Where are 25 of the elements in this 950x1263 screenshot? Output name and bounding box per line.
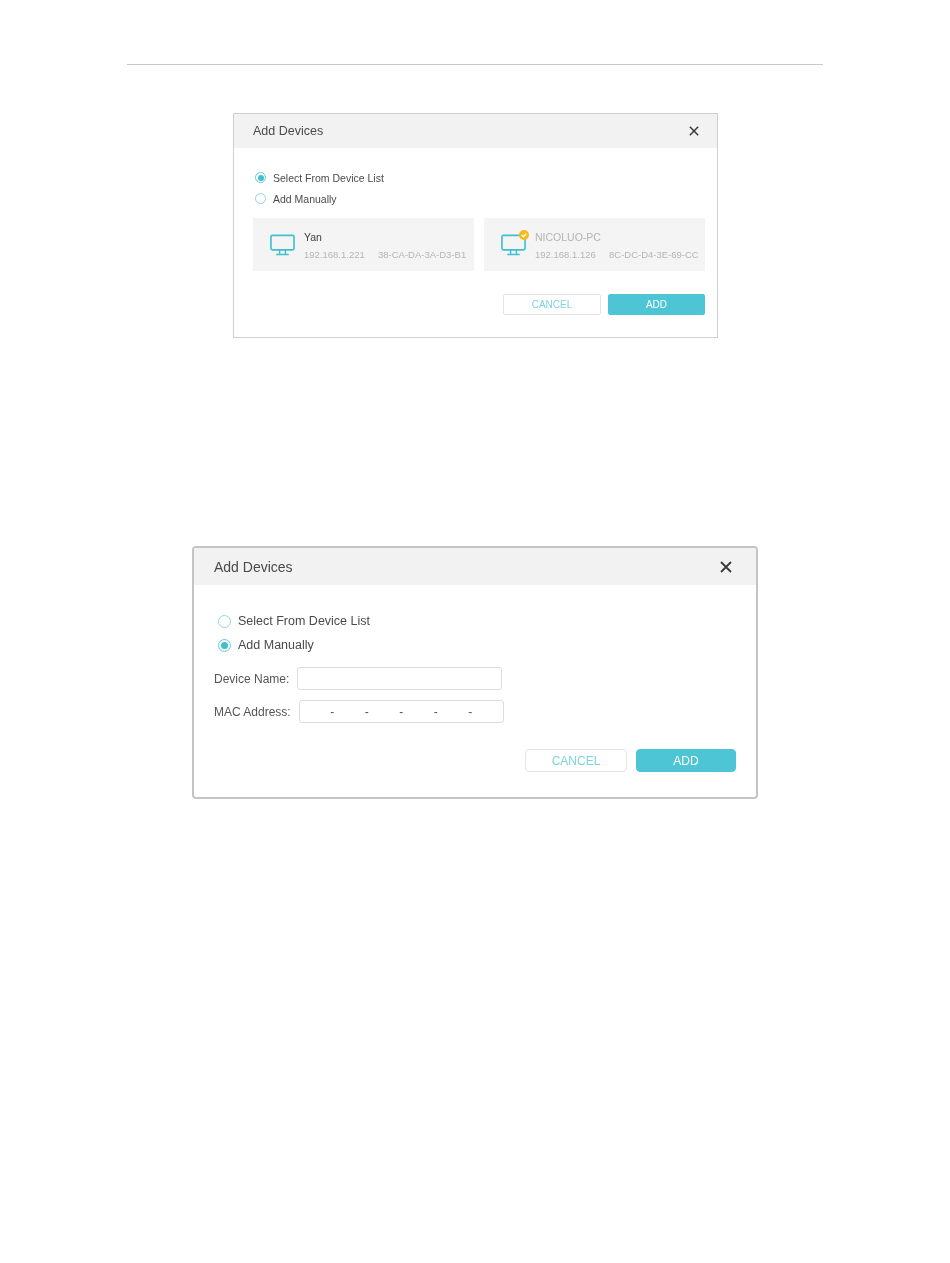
monitor-icon <box>270 233 295 256</box>
option-label[interactable]: Add Manually <box>238 638 314 652</box>
monitor-icon <box>501 233 526 256</box>
dialog-title: Add Devices <box>214 558 293 575</box>
field-label: Device Name: <box>214 671 290 686</box>
option-label[interactable]: Select From Device List <box>238 614 370 628</box>
radio-button[interactable] <box>255 193 266 204</box>
mac-address: 38-CA-DA-3A-D3-B1 <box>378 249 467 260</box>
device-name-field[interactable] <box>297 667 503 690</box>
option-label[interactable]: Select From Device List <box>273 171 384 184</box>
device-card[interactable]: Yan 192.168.1.221 38-CA-DA-3A-D3-B1 <box>253 218 474 271</box>
close-icon[interactable] <box>720 560 732 573</box>
option-label[interactable]: Add Manually <box>273 192 337 205</box>
radio-button[interactable] <box>255 172 266 183</box>
ip-address: 192.168.1.126 <box>535 249 597 260</box>
field-label: MAC Address: <box>214 704 291 719</box>
radio-button[interactable] <box>218 638 231 652</box>
ip-address: 192.168.1.221 <box>304 249 366 260</box>
mac-address-field[interactable]: - - - - - <box>298 700 504 723</box>
mac-address: 8C-DC-D4-3E-69-CC <box>609 249 699 260</box>
device-name: Yan <box>304 231 323 243</box>
dialog-title: Add Devices <box>253 124 324 138</box>
radio-button[interactable] <box>218 614 231 628</box>
device-name: NICOLUO-PC <box>535 231 602 243</box>
close-icon[interactable] <box>689 126 699 136</box>
